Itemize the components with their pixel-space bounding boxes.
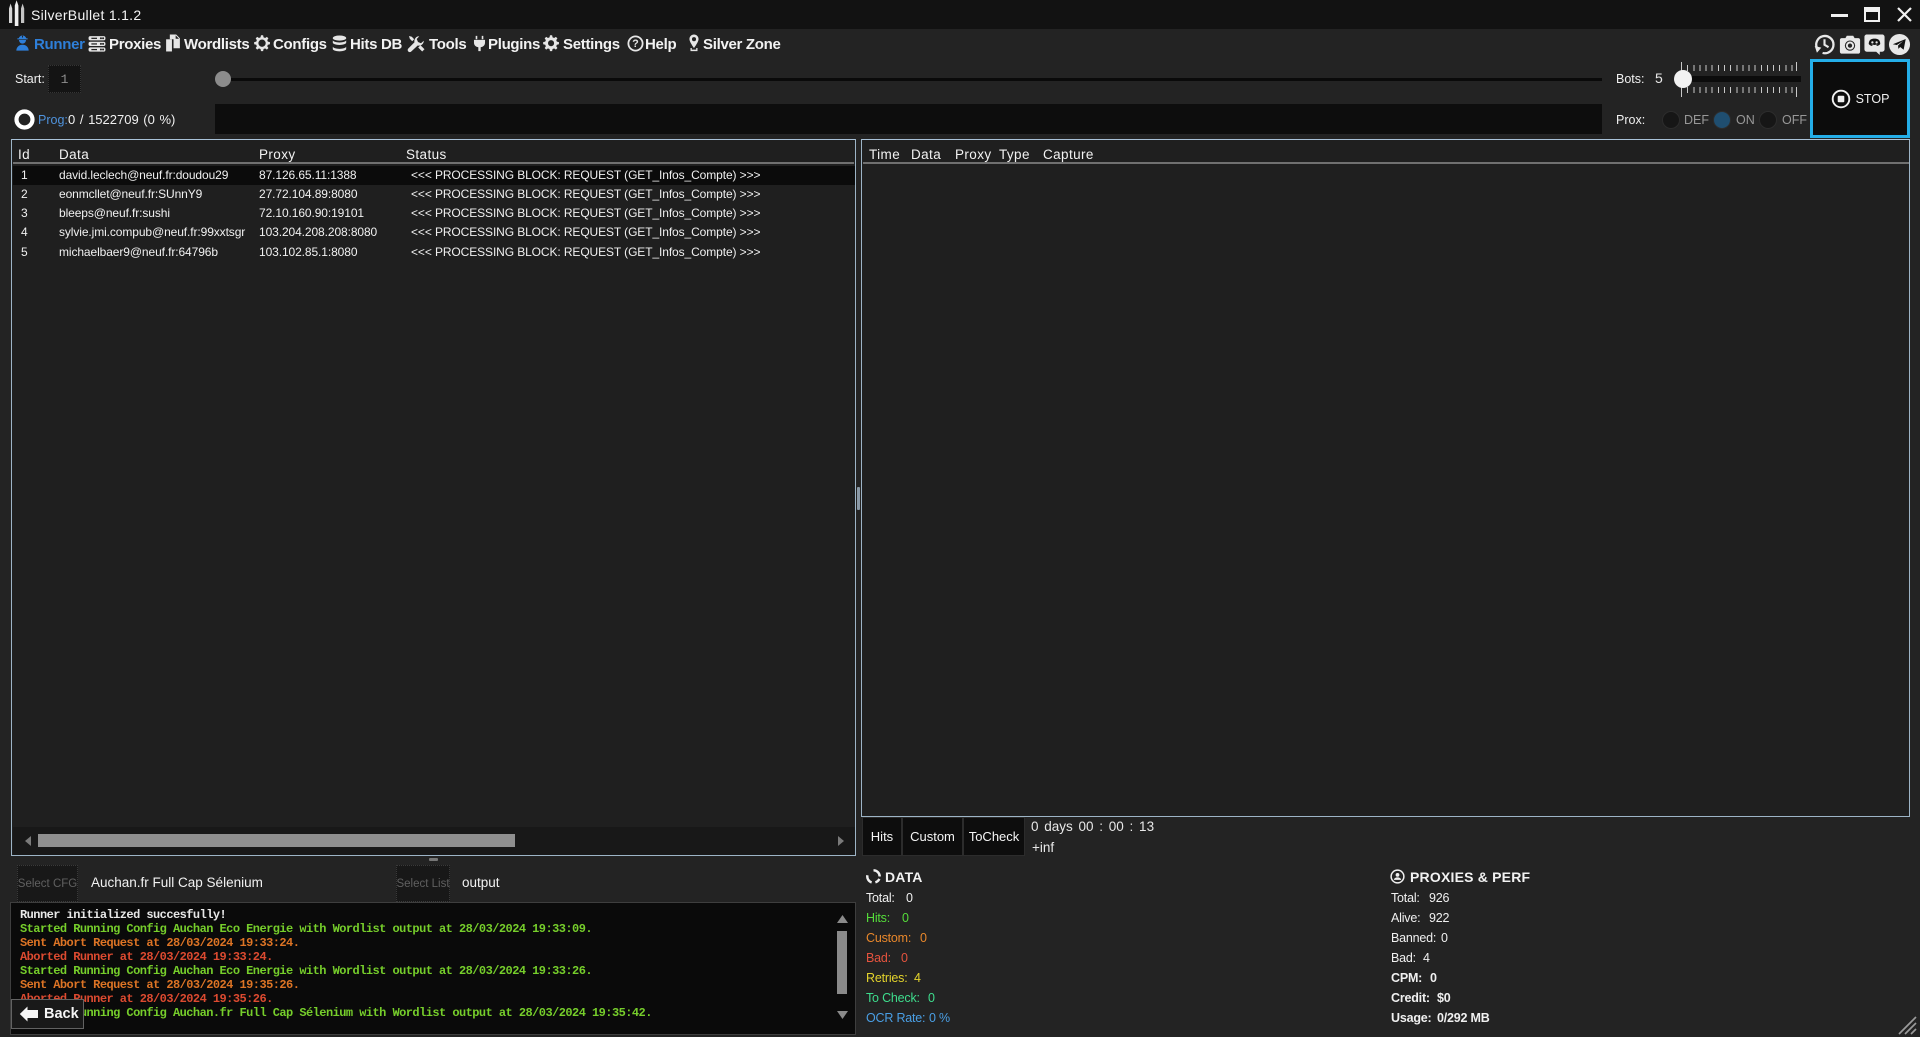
svg-text:?: ? (632, 38, 638, 50)
